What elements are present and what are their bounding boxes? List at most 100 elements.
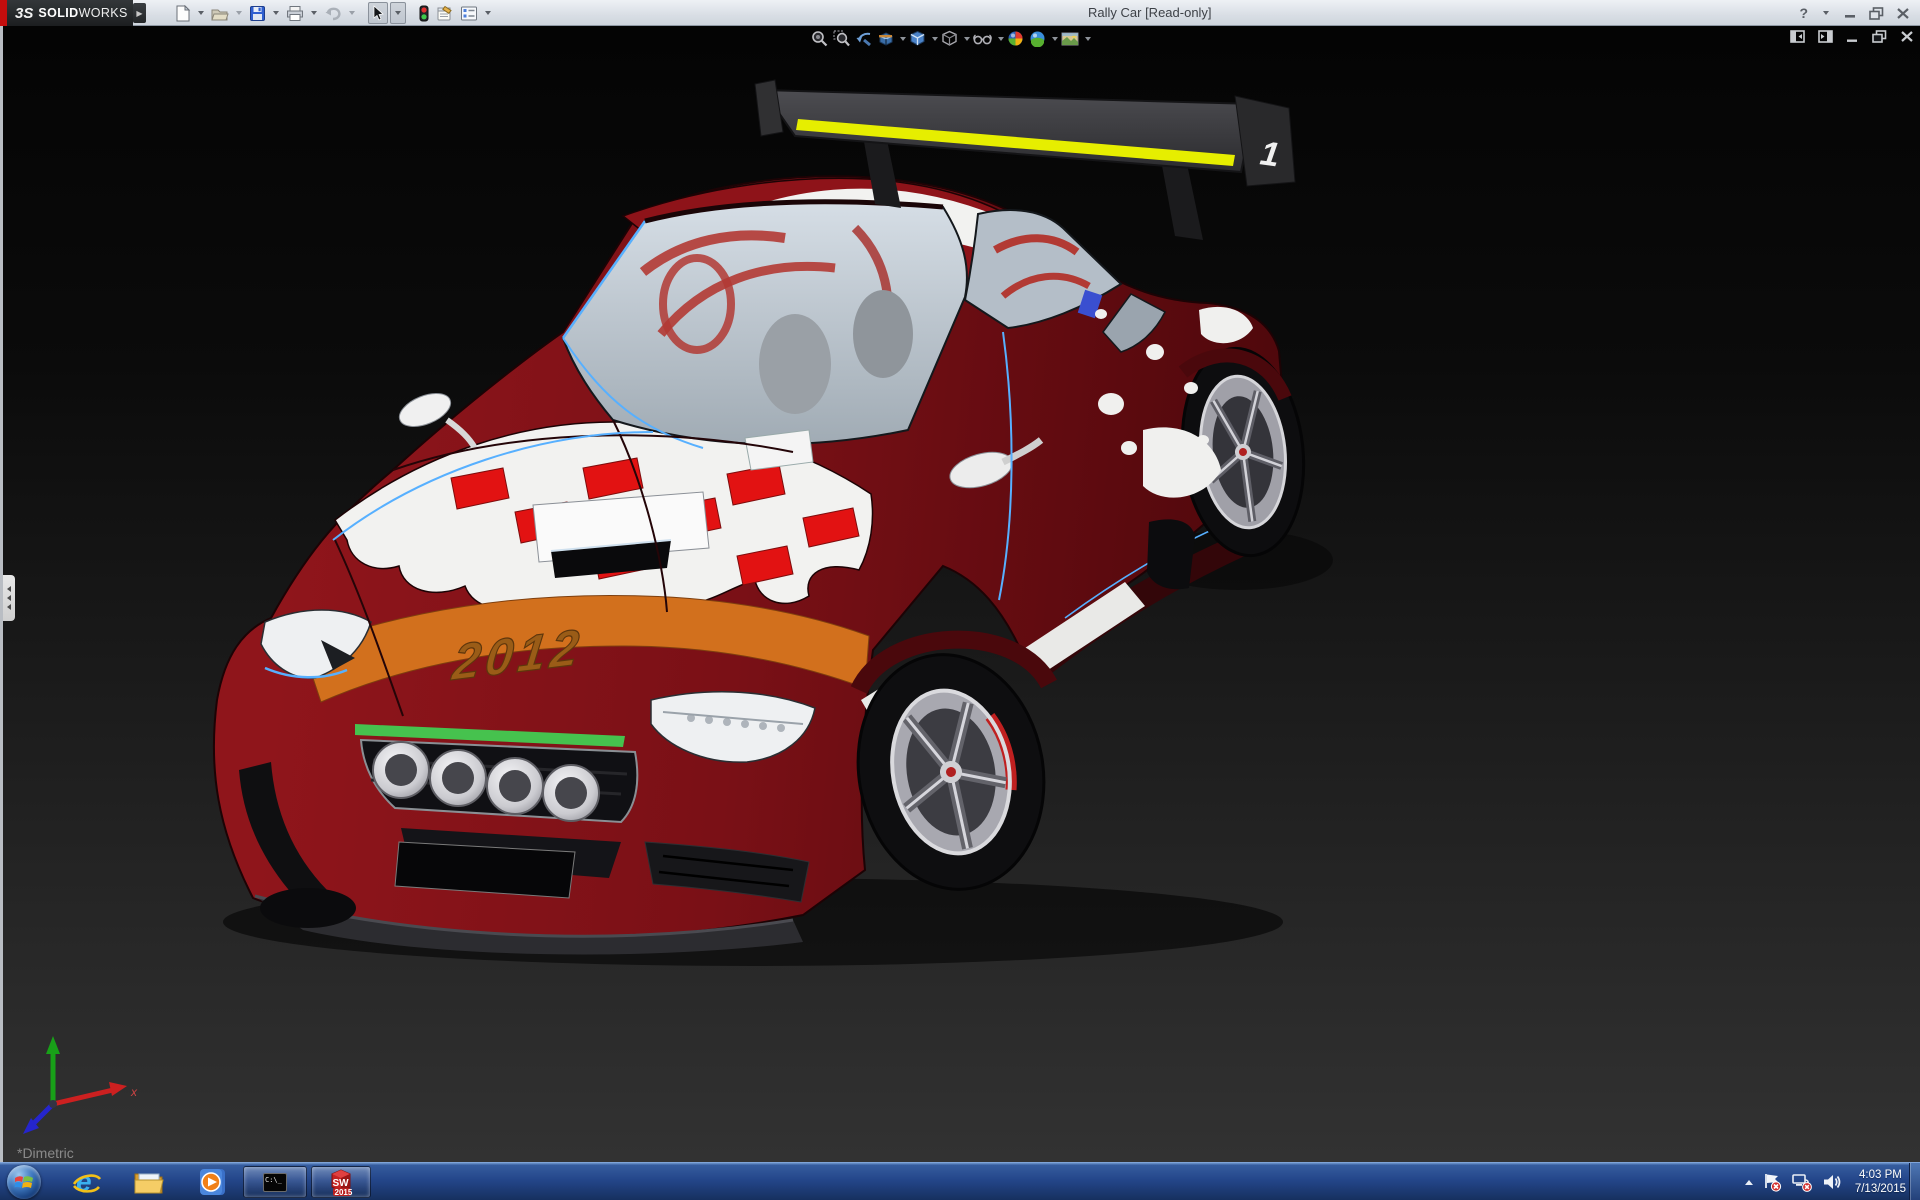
rally-car-model[interactable]: 2012 [214, 80, 1314, 955]
toggle-left-panel-button[interactable] [1790, 30, 1805, 43]
options-dropdown[interactable] [485, 11, 491, 15]
brand-red-strip [0, 0, 7, 26]
new-document-icon [174, 5, 191, 22]
fender-vent [1147, 519, 1195, 589]
window-controls: ? [1799, 0, 1910, 26]
network-status-icon[interactable] [1791, 1172, 1813, 1192]
reference-triad: x [23, 1036, 138, 1134]
titlebar[interactable]: 3S SOLIDWORKS ▶ [0, 0, 1920, 26]
toggle-right-panel-button[interactable] [1818, 30, 1833, 43]
svg-text:2015: 2015 [335, 1188, 353, 1197]
doc-restore-button[interactable] [1872, 30, 1887, 43]
expand-arrow-icon [7, 604, 11, 610]
view-settings-button[interactable] [1059, 30, 1081, 48]
zoom-to-fit-button[interactable] [809, 29, 830, 48]
zoom-to-area-icon [833, 30, 850, 47]
section-view-dropdown[interactable] [900, 37, 906, 41]
section-view-icon [877, 30, 894, 47]
help-dropdown[interactable] [1823, 11, 1829, 15]
clock-date: 7/13/2015 [1855, 1182, 1906, 1196]
save-button[interactable] [247, 2, 268, 24]
edit-appearance-sphere-icon [1007, 30, 1024, 47]
rebuild-button[interactable] [416, 2, 432, 24]
internet-explorer-icon: e [72, 1167, 102, 1197]
restore-button[interactable] [1869, 7, 1884, 20]
orientation-label: *Dimetric [17, 1145, 74, 1161]
solidworks-logo: 3S SOLIDWORKS [7, 0, 133, 26]
windows-flag-icon [14, 1173, 34, 1191]
doc-close-button[interactable] [1900, 30, 1914, 43]
display-style-button[interactable] [939, 29, 960, 48]
apply-scene-button[interactable] [1027, 29, 1048, 48]
display-style-icon [941, 30, 958, 47]
zoom-to-area-button[interactable] [831, 29, 852, 48]
print-button[interactable] [284, 2, 306, 24]
file-properties-icon [436, 5, 454, 22]
edit-appearance-button[interactable] [1005, 29, 1026, 48]
select-button[interactable] [368, 2, 388, 24]
undo-button[interactable] [322, 2, 344, 24]
save-icon [249, 5, 266, 22]
save-dropdown[interactable] [273, 11, 279, 15]
media-player-icon [197, 1167, 227, 1197]
desktop: 3S SOLIDWORKS ▶ [0, 0, 1920, 1200]
taskbar-media-player[interactable] [195, 1166, 229, 1198]
view-orientation-button[interactable] [907, 29, 928, 48]
open-icon [211, 5, 229, 22]
minimize-button[interactable] [1844, 7, 1857, 19]
select-dropdown[interactable] [390, 2, 406, 24]
collapsed-panel-tab[interactable] [3, 575, 15, 621]
print-dropdown[interactable] [311, 11, 317, 15]
open-dropdown[interactable] [236, 11, 242, 15]
start-button[interactable] [7, 1165, 41, 1199]
doc-minimize-button[interactable] [1846, 31, 1859, 43]
options-button[interactable] [458, 2, 480, 24]
undo-dropdown[interactable] [349, 11, 355, 15]
undo-icon [324, 5, 342, 22]
show-desktop-button[interactable] [1909, 1163, 1920, 1200]
main-toolbar [172, 1, 494, 25]
3d-scene[interactable]: 2012 [3, 26, 1920, 1162]
print-icon [286, 5, 304, 22]
new-document-button[interactable] [172, 2, 193, 24]
taskbar-command-prompt[interactable]: C:\_ [243, 1166, 307, 1198]
view-orientation-cube-icon [909, 30, 926, 47]
open-button[interactable] [209, 2, 231, 24]
expand-arrow-icon [7, 595, 11, 601]
taskbar-clock[interactable]: 4:03 PM 7/13/2015 [1855, 1168, 1906, 1196]
new-document-dropdown[interactable] [198, 11, 204, 15]
taskbar-windows-explorer[interactable] [132, 1166, 166, 1198]
rebuild-traffic-light-icon [418, 5, 430, 22]
view-settings-dropdown[interactable] [1085, 37, 1091, 41]
previous-view-button[interactable] [853, 29, 874, 48]
section-view-button[interactable] [875, 29, 896, 48]
previous-view-icon [855, 30, 872, 47]
solidworks-2015-icon: SW 2015 [326, 1167, 356, 1197]
system-tray: 4:03 PM 7/13/2015 [1745, 1163, 1906, 1200]
taskbar: e C:\_ [0, 1162, 1920, 1200]
menu-expander-arrow[interactable]: ▶ [133, 3, 146, 23]
view-orientation-dropdown[interactable] [932, 37, 938, 41]
window-title: Rally Car [Read-only] [1088, 5, 1212, 20]
help-button[interactable]: ? [1799, 5, 1808, 21]
hide-show-dropdown[interactable] [998, 37, 1004, 41]
display-style-dropdown[interactable] [964, 37, 970, 41]
file-properties-button[interactable] [434, 2, 456, 24]
folder-icon [133, 1168, 165, 1196]
logo-3s-mark: 3S [15, 5, 33, 22]
hide-show-items-button[interactable] [971, 30, 994, 47]
apply-scene-dropdown[interactable] [1052, 37, 1058, 41]
show-hidden-icons-button[interactable] [1745, 1180, 1753, 1185]
svg-text:x: x [130, 1085, 138, 1099]
expand-arrow-icon [7, 586, 11, 592]
volume-icon[interactable] [1822, 1173, 1842, 1191]
clock-time: 4:03 PM [1855, 1168, 1906, 1182]
document-window-controls [1790, 30, 1914, 43]
taskbar-solidworks[interactable]: SW 2015 [311, 1166, 371, 1198]
close-button[interactable] [1896, 7, 1910, 20]
taskbar-internet-explorer[interactable]: e [70, 1166, 104, 1198]
action-center-flag-icon[interactable] [1762, 1172, 1782, 1192]
options-icon [460, 5, 478, 22]
zoom-to-fit-icon [811, 30, 828, 47]
graphics-viewport[interactable]: 2012 [0, 26, 1920, 1162]
